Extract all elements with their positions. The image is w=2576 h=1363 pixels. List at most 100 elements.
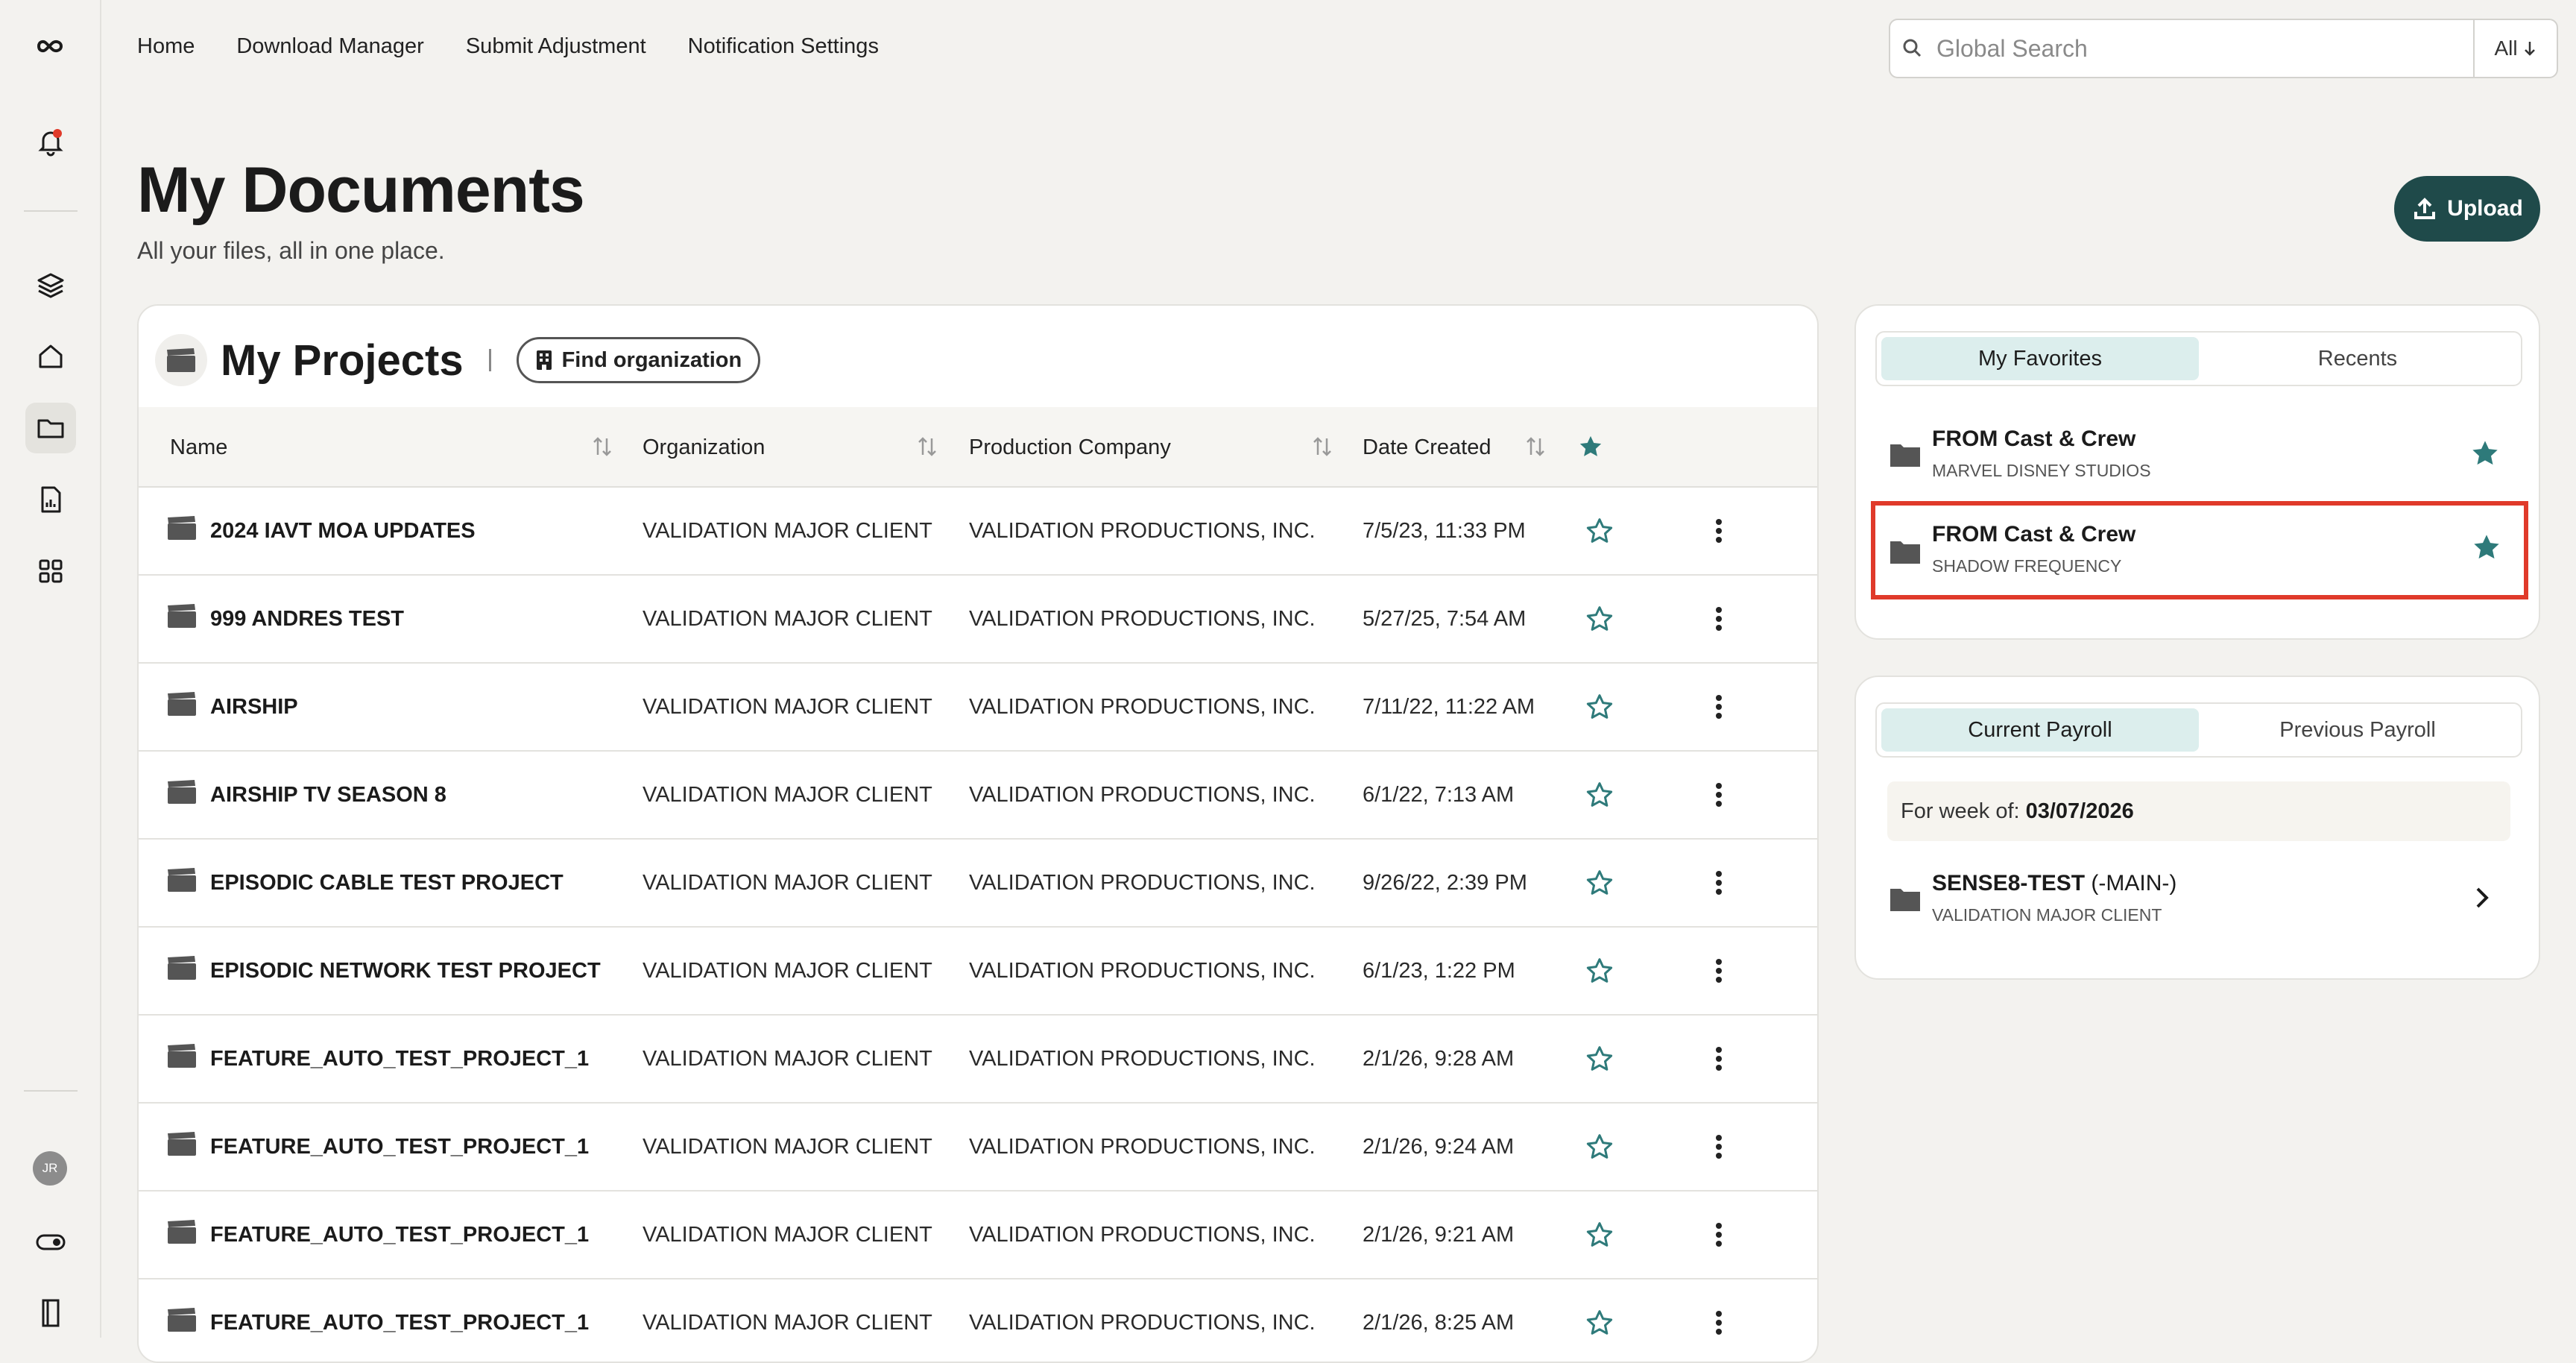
layers-icon[interactable] (25, 259, 76, 310)
table-row[interactable]: EPISODIC CABLE TEST PROJECT VALIDATION MA… (139, 840, 1817, 928)
project-date: 9/26/22, 2:39 PM (1363, 870, 1527, 895)
more-options-icon[interactable] (1704, 1132, 1734, 1162)
table-row[interactable]: AIRSHIP VALIDATION MAJOR CLIENT VALIDATION… (139, 664, 1817, 752)
project-date: 7/5/23, 11:33 PM (1363, 518, 1526, 543)
tab-recents[interactable]: Recents (2199, 337, 2516, 380)
project-name[interactable]: FEATURE_AUTO_TEST_PROJECT_1 (164, 1016, 589, 1102)
table-row[interactable]: FEATURE_AUTO_TEST_PROJECT_1 VALIDATION MA… (139, 1104, 1817, 1192)
more-options-icon[interactable] (1704, 516, 1734, 546)
project-name[interactable]: AIRSHIP TV SEASON 8 (164, 752, 446, 838)
projects-header: My Projects Find organization (155, 334, 761, 386)
chevron-right-icon[interactable] (2469, 883, 2496, 913)
star-filled-icon[interactable] (2470, 438, 2500, 468)
payroll-item-title: SENSE8-TEST (-MAIN-) (1932, 871, 2177, 895)
project-name[interactable]: FEATURE_AUTO_TEST_PROJECT_1 (164, 1104, 589, 1190)
more-options-icon[interactable] (1704, 780, 1734, 810)
star-outline-icon[interactable] (1585, 868, 1614, 898)
more-options-icon[interactable] (1704, 604, 1734, 634)
sort-icon[interactable] (1312, 435, 1333, 458)
project-date: 2/1/26, 9:21 AM (1363, 1222, 1515, 1247)
favorite-item-highlighted[interactable]: FROM Cast & Crew SHADOW FREQUENCY (1871, 501, 2528, 599)
column-header-production-company[interactable]: Production Company (969, 407, 1171, 488)
nav-submit-adjustment[interactable]: Submit Adjustment (466, 34, 646, 59)
star-outline-icon[interactable] (1585, 1308, 1614, 1338)
table-row[interactable]: 2024 IAVT MOA UPDATES VALIDATION MAJOR CL… (139, 488, 1817, 576)
table-row[interactable]: FEATURE_AUTO_TEST_PROJECT_1 VALIDATION MA… (139, 1016, 1817, 1104)
tab-current-payroll[interactable]: Current Payroll (1881, 708, 2199, 752)
favorite-title: FROM Cast & Crew (1932, 426, 2136, 451)
project-date: 2/1/26, 9:28 AM (1363, 1046, 1515, 1071)
project-date: 2/1/26, 8:25 AM (1363, 1310, 1515, 1335)
star-outline-icon[interactable] (1585, 1220, 1614, 1250)
table-row[interactable]: FEATURE_AUTO_TEST_PROJECT_1 VALIDATION MA… (139, 1192, 1817, 1279)
table-row[interactable]: EPISODIC NETWORK TEST PROJECT VALIDATION … (139, 928, 1817, 1016)
upload-button[interactable]: Upload (2394, 176, 2540, 242)
more-options-icon[interactable] (1704, 868, 1734, 898)
project-name[interactable]: FEATURE_AUTO_TEST_PROJECT_1 (164, 1192, 589, 1278)
more-options-icon[interactable] (1704, 1308, 1734, 1338)
star-filled-icon[interactable] (2472, 532, 2501, 562)
logo-icon[interactable] (25, 21, 76, 72)
nav-notification-settings[interactable]: Notification Settings (688, 34, 879, 59)
column-header-date-created[interactable]: Date Created (1363, 407, 1491, 488)
project-name[interactable]: EPISODIC NETWORK TEST PROJECT (164, 928, 601, 1014)
search-filter-label: All (2494, 37, 2518, 60)
global-search: All (1889, 19, 2558, 78)
clapperboard-icon (164, 778, 210, 811)
payroll-item[interactable]: SENSE8-TEST (-MAIN-) VALIDATION MAJOR CL… (1875, 854, 2522, 942)
notification-bell-icon[interactable] (25, 116, 76, 167)
document-chart-icon[interactable] (25, 474, 76, 525)
project-name[interactable]: EPISODIC CABLE TEST PROJECT (164, 840, 564, 926)
project-company: VALIDATION PRODUCTIONS, INC. (969, 958, 1316, 983)
star-outline-icon[interactable] (1585, 1132, 1614, 1162)
find-organization-button[interactable]: Find organization (516, 337, 761, 383)
star-outline-icon[interactable] (1585, 516, 1614, 546)
more-options-icon[interactable] (1704, 1220, 1734, 1250)
project-name[interactable]: AIRSHIP (164, 664, 298, 750)
column-header-name[interactable]: Name (170, 407, 227, 488)
avatar[interactable]: JR (33, 1151, 67, 1186)
favorite-subtitle: SHADOW FREQUENCY (1932, 556, 2122, 576)
column-header-organization[interactable]: Organization (643, 407, 765, 488)
project-company: VALIDATION PRODUCTIONS, INC. (969, 694, 1316, 719)
home-icon[interactable] (25, 331, 76, 382)
clapperboard-icon (164, 1218, 210, 1251)
sidebar-separator (24, 210, 78, 212)
table-row[interactable]: 999 ANDRES TEST VALIDATION MAJOR CLIENT VA… (139, 576, 1817, 664)
star-outline-icon[interactable] (1585, 1044, 1614, 1074)
sort-icon[interactable] (592, 435, 613, 458)
nav-download-manager[interactable]: Download Manager (236, 34, 423, 59)
search-filter-dropdown[interactable]: All (2473, 20, 2557, 77)
more-options-icon[interactable] (1704, 1044, 1734, 1074)
table-row[interactable]: FEATURE_AUTO_TEST_PROJECT_1 VALIDATION MA… (139, 1279, 1817, 1362)
project-name[interactable]: 999 ANDRES TEST (164, 576, 404, 662)
more-options-icon[interactable] (1704, 692, 1734, 722)
table-row[interactable]: AIRSHIP TV SEASON 8 VALIDATION MAJOR CLIE… (139, 752, 1817, 840)
grid-apps-icon[interactable] (25, 546, 76, 596)
nav-home[interactable]: Home (137, 34, 195, 59)
project-name[interactable]: 2024 IAVT MOA UPDATES (164, 488, 476, 574)
logout-door-icon[interactable] (25, 1287, 76, 1338)
sort-icon[interactable] (1525, 435, 1546, 458)
search-input[interactable] (1935, 34, 2473, 63)
star-outline-icon[interactable] (1585, 604, 1614, 634)
star-outline-icon[interactable] (1585, 956, 1614, 986)
star-filled-icon[interactable] (1577, 434, 1604, 459)
project-date: 5/27/25, 7:54 AM (1363, 606, 1527, 631)
payroll-item-subtitle: VALIDATION MAJOR CLIENT (1932, 905, 2162, 925)
folder-icon[interactable] (25, 403, 76, 453)
favorite-subtitle: MARVEL DISNEY STUDIOS (1932, 461, 2151, 480)
toggle-icon[interactable] (25, 1217, 76, 1268)
star-outline-icon[interactable] (1585, 780, 1614, 810)
tab-previous-payroll[interactable]: Previous Payroll (2199, 708, 2516, 752)
table-header: Name Organization Production Company Dat… (139, 407, 1817, 488)
upload-icon (2414, 198, 2436, 219)
clapperboard-icon (164, 1306, 210, 1339)
clapperboard-icon (164, 602, 210, 635)
more-options-icon[interactable] (1704, 956, 1734, 986)
favorite-item[interactable]: FROM Cast & Crew MARVEL DISNEY STUDIOS (1875, 410, 2522, 498)
star-outline-icon[interactable] (1585, 692, 1614, 722)
sort-icon[interactable] (917, 435, 938, 458)
project-name[interactable]: FEATURE_AUTO_TEST_PROJECT_1 (164, 1279, 589, 1362)
tab-my-favorites[interactable]: My Favorites (1881, 337, 2199, 380)
